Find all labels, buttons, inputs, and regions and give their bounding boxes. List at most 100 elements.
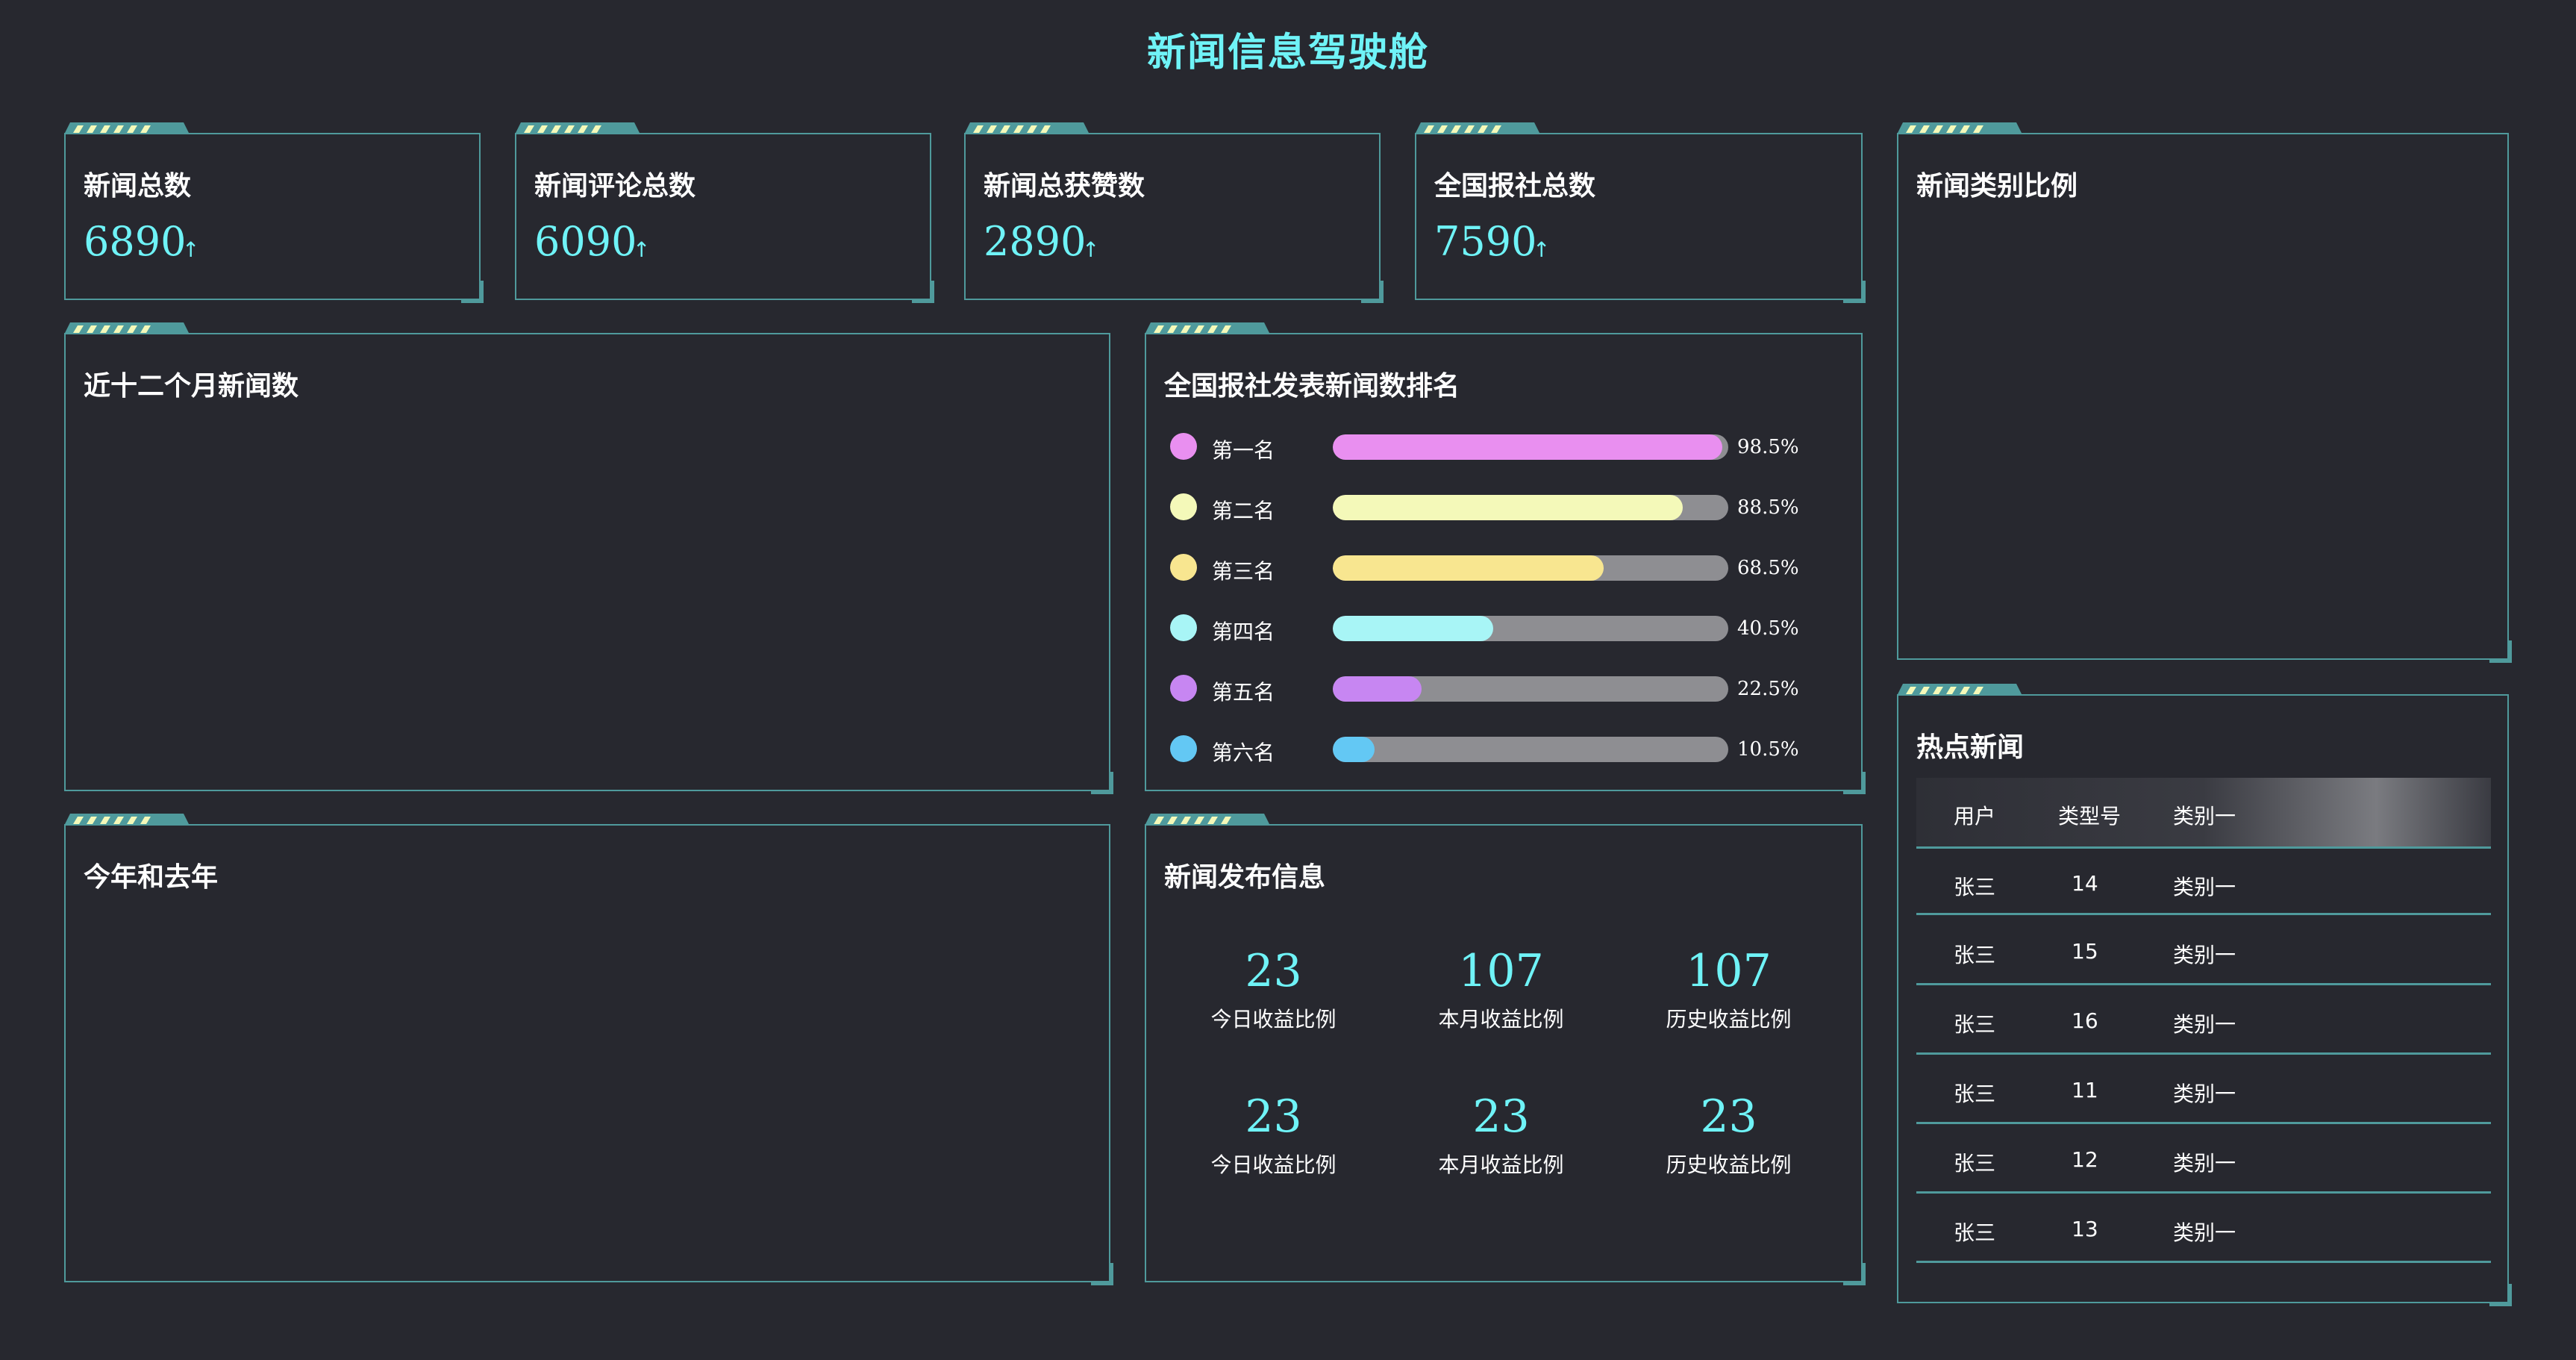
column-header: 类别一 <box>2173 804 2236 829</box>
panel-tab-decoration <box>1897 122 2022 134</box>
panel-tab-decoration <box>64 814 190 826</box>
rank-progress-fill <box>1333 737 1375 762</box>
column-header: 用户 <box>1954 804 1996 829</box>
info-label: 本月收益比例 <box>1438 1007 1564 1032</box>
stat-card-likes-total: 新闻总获赞数 2890 ↑ <box>964 122 1384 303</box>
table-header: 用户 类型号 类别一 <box>1916 778 2491 846</box>
arrow-up-icon: ↑ <box>1082 237 1100 262</box>
info-value: 107 <box>1458 945 1544 997</box>
rank-progress-fill <box>1333 434 1723 460</box>
rank-progress-fill <box>1333 676 1422 702</box>
info-value: 23 <box>1700 1091 1757 1143</box>
stat-value: 2890 <box>984 218 1087 265</box>
info-value: 23 <box>1472 1091 1530 1143</box>
rank-percent: 40.5% <box>1737 617 1799 640</box>
table-cell: 类别一 <box>2173 1151 2236 1176</box>
arrow-up-icon: ↑ <box>633 237 651 262</box>
corner-decoration <box>1843 281 1866 303</box>
info-label: 今日收益比例 <box>1210 1152 1337 1177</box>
rank-label: 第六名 <box>1212 740 1275 765</box>
table-cell: 14 <box>2072 871 2098 896</box>
ranking-row: 第六名 10.5% <box>1146 734 1863 765</box>
panel-tab-decoration <box>964 122 1090 134</box>
table-cell: 类别一 <box>2173 1012 2236 1037</box>
info-label: 今日收益比例 <box>1210 1007 1337 1032</box>
table-cell: 类别一 <box>2173 875 2236 899</box>
table-cell: 类别一 <box>2173 1082 2236 1106</box>
arrow-up-icon: ↑ <box>1533 237 1551 262</box>
corner-decoration <box>1091 772 1113 794</box>
rank-progress-track <box>1333 616 1728 641</box>
stat-label: 全国报社总数 <box>1434 171 1596 202</box>
publish-info-panel: 新闻发布信息 23 今日收益比例 107 本月收益比例 107 历史收益比例 2… <box>1145 814 1866 1285</box>
stat-value: 6890 <box>84 218 187 265</box>
rank-progress-fill <box>1333 616 1493 641</box>
info-label: 历史收益比例 <box>1666 1007 1792 1032</box>
panel-tab-decoration <box>64 322 190 334</box>
table-cell: 16 <box>2072 1008 2098 1033</box>
ranking-row: 第三名 68.5% <box>1146 552 1863 584</box>
table-cell: 类别一 <box>2173 1220 2236 1245</box>
stat-label: 新闻评论总数 <box>534 171 696 202</box>
info-label: 历史收益比例 <box>1666 1152 1792 1177</box>
info-stat: 23 今日收益比例 <box>1160 1091 1387 1179</box>
panel-title: 全国报社发表新闻数排名 <box>1164 371 1460 402</box>
rank-dot-icon <box>1170 675 1197 702</box>
panel-title: 近十二个月新闻数 <box>84 371 299 402</box>
rank-percent: 98.5% <box>1737 436 1799 458</box>
corner-decoration <box>2489 1284 2512 1306</box>
stat-value: 6090 <box>534 218 637 265</box>
arrow-up-icon: ↑ <box>182 237 200 262</box>
rank-progress-fill <box>1333 495 1684 520</box>
ranking-row: 第四名 40.5% <box>1146 613 1863 644</box>
rank-dot-icon <box>1170 614 1197 641</box>
table-row[interactable]: 张三 15 类别一 <box>1916 917 2491 985</box>
rank-progress-track <box>1333 495 1728 520</box>
panel-title: 新闻类别比例 <box>1916 171 2078 202</box>
info-value: 23 <box>1245 1091 1302 1143</box>
hot-news-panel: 热点新闻 用户 类型号 类别一 张三 14 类别一 张三 15 类别一 张三 1… <box>1897 684 2512 1306</box>
rank-label: 第五名 <box>1212 680 1275 705</box>
corner-decoration <box>1843 772 1866 794</box>
panel-title: 热点新闻 <box>1916 732 2025 763</box>
monthly-news-panel: 近十二个月新闻数 <box>64 322 1113 794</box>
table-cell: 张三 <box>1954 943 1996 967</box>
table-row[interactable]: 张三 12 类别一 <box>1916 1125 2491 1194</box>
stat-label: 新闻总数 <box>84 171 192 202</box>
panel-tab-decoration <box>1897 684 2022 696</box>
corner-decoration <box>912 281 934 303</box>
table-cell: 张三 <box>1954 1012 1996 1037</box>
rank-percent: 68.5% <box>1737 557 1799 579</box>
info-value: 23 <box>1245 945 1302 997</box>
rank-label: 第二名 <box>1212 499 1275 523</box>
stat-value: 7590 <box>1434 218 1537 265</box>
rank-progress-track <box>1333 676 1728 702</box>
table-row[interactable]: 张三 14 类别一 <box>1916 846 2491 915</box>
column-header: 类型号 <box>2058 804 2122 829</box>
table-cell: 张三 <box>1954 875 1996 899</box>
info-stat: 107 历史收益比例 <box>1615 945 1842 1033</box>
table-cell: 类别一 <box>2173 943 2236 967</box>
rank-dot-icon <box>1170 554 1197 581</box>
rank-label: 第三名 <box>1212 559 1275 584</box>
ranking-row: 第一名 98.5% <box>1146 431 1863 463</box>
ranking-row: 第五名 22.5% <box>1146 673 1863 705</box>
table-cell: 张三 <box>1954 1220 1996 1245</box>
stat-card-press-total: 全国报社总数 7590 ↑ <box>1415 122 1866 303</box>
rank-progress-track <box>1333 434 1728 460</box>
stat-card-comment-total: 新闻评论总数 6090 ↑ <box>515 122 934 303</box>
rank-percent: 10.5% <box>1737 738 1799 761</box>
table-row[interactable]: 张三 11 类别一 <box>1916 1055 2491 1124</box>
table-cell: 13 <box>2072 1217 2098 1241</box>
rank-dot-icon <box>1170 433 1197 460</box>
page-title: 新闻信息驾驶舱 <box>1146 31 1429 75</box>
panel-tab-decoration <box>64 122 190 134</box>
ranking-row: 第二名 88.5% <box>1146 492 1863 523</box>
rank-progress-track <box>1333 737 1728 762</box>
panel-title: 今年和去年 <box>84 862 219 893</box>
rank-label: 第一名 <box>1212 438 1275 463</box>
table-row[interactable]: 张三 16 类别一 <box>1916 986 2491 1055</box>
rank-dot-icon <box>1170 493 1197 520</box>
table-row[interactable]: 张三 13 类别一 <box>1916 1194 2491 1263</box>
rank-percent: 22.5% <box>1737 678 1799 700</box>
